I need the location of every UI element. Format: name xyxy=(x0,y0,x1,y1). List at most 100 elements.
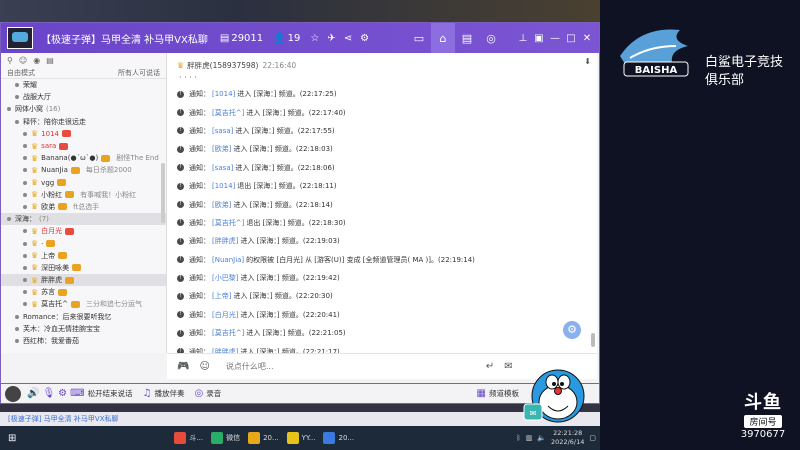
user-item[interactable]: ♛ · xyxy=(1,237,166,249)
douyu-room-number: 3970677 xyxy=(740,429,786,440)
user-item[interactable]: ♛ 上帝 xyxy=(1,250,166,262)
channel-item[interactable]: 释怀：陪你走很远走 xyxy=(1,116,166,128)
notice-user-link[interactable]: [小巴黎] xyxy=(212,273,238,283)
notice-user-link[interactable]: [sasa] xyxy=(212,164,233,172)
user-item[interactable]: ♛ 胖胖虎 xyxy=(1,274,166,287)
user-item[interactable]: ♛ 深田咏美 xyxy=(1,262,166,274)
vip-badge-icon xyxy=(58,203,68,211)
notice-user-link[interactable]: [莫吉托^] xyxy=(212,328,244,338)
taskbar-app[interactable]: 20... xyxy=(323,432,354,444)
channel-item[interactable]: 战服大厅 xyxy=(1,91,166,103)
scroll-down-icon[interactable]: ⬇ xyxy=(584,57,591,66)
info-icon: ! xyxy=(177,237,184,245)
taskbar-app[interactable]: YY... xyxy=(286,432,315,444)
notice-user-link[interactable]: [白月光] xyxy=(212,310,238,320)
bluetooth-icon[interactable]: ᛒ xyxy=(516,434,520,442)
sliders-icon[interactable]: ⚙ xyxy=(58,388,67,399)
yy-app-window: 【极速子弹】马甲全清 补马甲VX私聊 ▤ 29011 👤 19 ☆ ✈ ⋖ ⚙ … xyxy=(0,22,600,384)
star-icon[interactable]: ☆ xyxy=(310,33,319,44)
notice-text: 退出 [深海：] 频道。(22:18:11) xyxy=(237,182,337,191)
channel-group[interactable]: 深海： (7) xyxy=(1,213,166,226)
tree-item-label: 莫吉托^ xyxy=(41,300,69,309)
channel-group[interactable]: 网体小窝 (16) xyxy=(1,103,166,115)
channel-item[interactable]: 西红柿：我爱番茄 xyxy=(1,335,166,347)
message-icon[interactable]: ✉ xyxy=(504,361,512,372)
record-button[interactable]: ◎ 录音 xyxy=(195,388,222,399)
mode-label[interactable]: 自由模式 xyxy=(7,68,35,78)
taskbar-app[interactable]: 20... xyxy=(248,432,279,444)
mic-icon[interactable]: 🎙 xyxy=(42,388,55,399)
vip-badge-icon xyxy=(58,288,68,296)
user-item[interactable]: ♛ sara xyxy=(1,140,166,152)
volume-icon[interactable]: 🔈 xyxy=(537,434,546,442)
pin-icon[interactable]: ⊥ xyxy=(515,33,531,44)
channel-item[interactable]: 荣耀 xyxy=(1,79,166,91)
sidebar-scrollbar[interactable] xyxy=(161,163,165,223)
notice-user-link[interactable]: [1014] xyxy=(212,182,235,190)
note-icon[interactable]: ▤ xyxy=(455,23,479,53)
tree-item-label: Banana(●´ω`●) xyxy=(41,154,99,163)
user-item[interactable]: ♛ 欧弟 ft总选手 xyxy=(1,201,166,213)
notice-prefix: 通知： xyxy=(189,310,210,319)
maximize-icon[interactable]: □ xyxy=(563,33,579,44)
user-item[interactable]: ♛ vgg xyxy=(1,177,166,189)
notice-user-link[interactable]: [莫吉托^] xyxy=(212,108,244,118)
share-icon[interactable]: ⋖ xyxy=(344,33,352,44)
play-music-button[interactable]: ♫ 播放伴奏 xyxy=(143,388,185,399)
network-icon[interactable]: ▥ xyxy=(526,434,533,442)
chat-sender[interactable]: 胖胖虎(158937598) xyxy=(187,60,258,71)
search-icon[interactable]: ⚲ xyxy=(7,56,13,65)
push-to-talk-button[interactable]: ⌨ 松开结束说话 xyxy=(70,388,132,399)
tree-item-label: 1014 xyxy=(41,129,59,138)
settings-icon[interactable]: ⚙ xyxy=(360,33,369,44)
user-item[interactable]: ♛ 1014 xyxy=(1,128,166,140)
notice-user-link[interactable]: [上帝] xyxy=(212,291,231,301)
vip-badge-icon xyxy=(59,142,69,150)
skin-icon[interactable]: ▣ xyxy=(531,33,547,44)
emoji-icon[interactable]: ☺ xyxy=(199,361,209,372)
user-item[interactable]: ♛ 苏言 xyxy=(1,286,166,298)
user-item[interactable]: ♛ 莫吉托^ 三分和追七分运气 xyxy=(1,298,166,310)
clock-date: 2022/6/14 xyxy=(551,438,585,446)
crown-icon: ♛ xyxy=(31,275,39,285)
channel-mode-button[interactable]: ▦ 频道模板 xyxy=(477,388,519,399)
notice-user-link[interactable]: [1014] xyxy=(212,90,235,98)
avatar[interactable] xyxy=(5,385,21,402)
user-item[interactable]: ♛ 白月光 xyxy=(1,225,166,237)
crown-icon: ♛ xyxy=(31,251,39,261)
gamepad-icon[interactable]: ◎ xyxy=(479,23,503,53)
notice-user-link[interactable]: [欧弟] xyxy=(212,144,231,154)
close-icon[interactable]: ✕ xyxy=(579,33,595,44)
home-icon[interactable]: ⌂ xyxy=(431,23,455,53)
user-item[interactable]: ♛ 小粉红 有事喊我！小粉红 xyxy=(1,189,166,201)
chat-scrollbar[interactable] xyxy=(591,333,595,347)
speaker-icon[interactable]: 🔊 xyxy=(27,388,39,399)
channel-item[interactable]: 芙木：冷血无情挂腕宝宝 xyxy=(1,323,166,335)
list-icon[interactable]: ▤ xyxy=(46,56,54,65)
channel-item[interactable]: Romance：后来很要听我忆 xyxy=(1,311,166,323)
notice-user-link[interactable]: [欧弟] xyxy=(212,200,231,210)
minimize-icon[interactable]: — xyxy=(547,33,563,44)
members-icon: 👤 xyxy=(273,32,286,44)
windows-start-icon[interactable]: ⊞ xyxy=(8,433,16,444)
chat-input[interactable] xyxy=(225,362,476,371)
user-item[interactable]: ♛ Banana(●´ω`●) 剧怪The End xyxy=(1,152,166,164)
send-icon[interactable]: ↵ xyxy=(486,361,494,372)
notice-user-link[interactable]: [莫吉托^] xyxy=(212,218,244,228)
video-icon[interactable]: ▭ xyxy=(407,23,431,53)
channel-avatar[interactable] xyxy=(7,27,33,49)
user-icon[interactable]: ☺ xyxy=(19,56,27,65)
notice-user-link[interactable]: [胖胖虎] xyxy=(212,236,238,246)
gear-float-icon[interactable]: ⚙ xyxy=(563,321,581,339)
location-icon[interactable]: ◉ xyxy=(33,56,40,65)
taskbar-app[interactable]: 斗... xyxy=(174,432,203,444)
taskbar-app[interactable]: 微信 xyxy=(211,432,240,444)
notice-bar[interactable]: [极速子弹] 马甲全清 补马甲VX私聊 xyxy=(0,412,600,426)
notice-user-link[interactable]: [sasa] xyxy=(212,127,233,135)
notification-icon[interactable]: ▢ xyxy=(589,434,596,442)
plane-icon[interactable]: ✈ xyxy=(327,33,335,44)
notice-user-link[interactable]: [NuanJia] xyxy=(212,256,244,264)
user-item[interactable]: ♛ NuanJia 每日杀题2000 xyxy=(1,164,166,176)
gamepad-icon[interactable]: 🎮 xyxy=(177,361,189,372)
chat-notice: ! 通知： [上帝] 进入 [深海：] 频道。(22:20:30) xyxy=(167,287,597,305)
